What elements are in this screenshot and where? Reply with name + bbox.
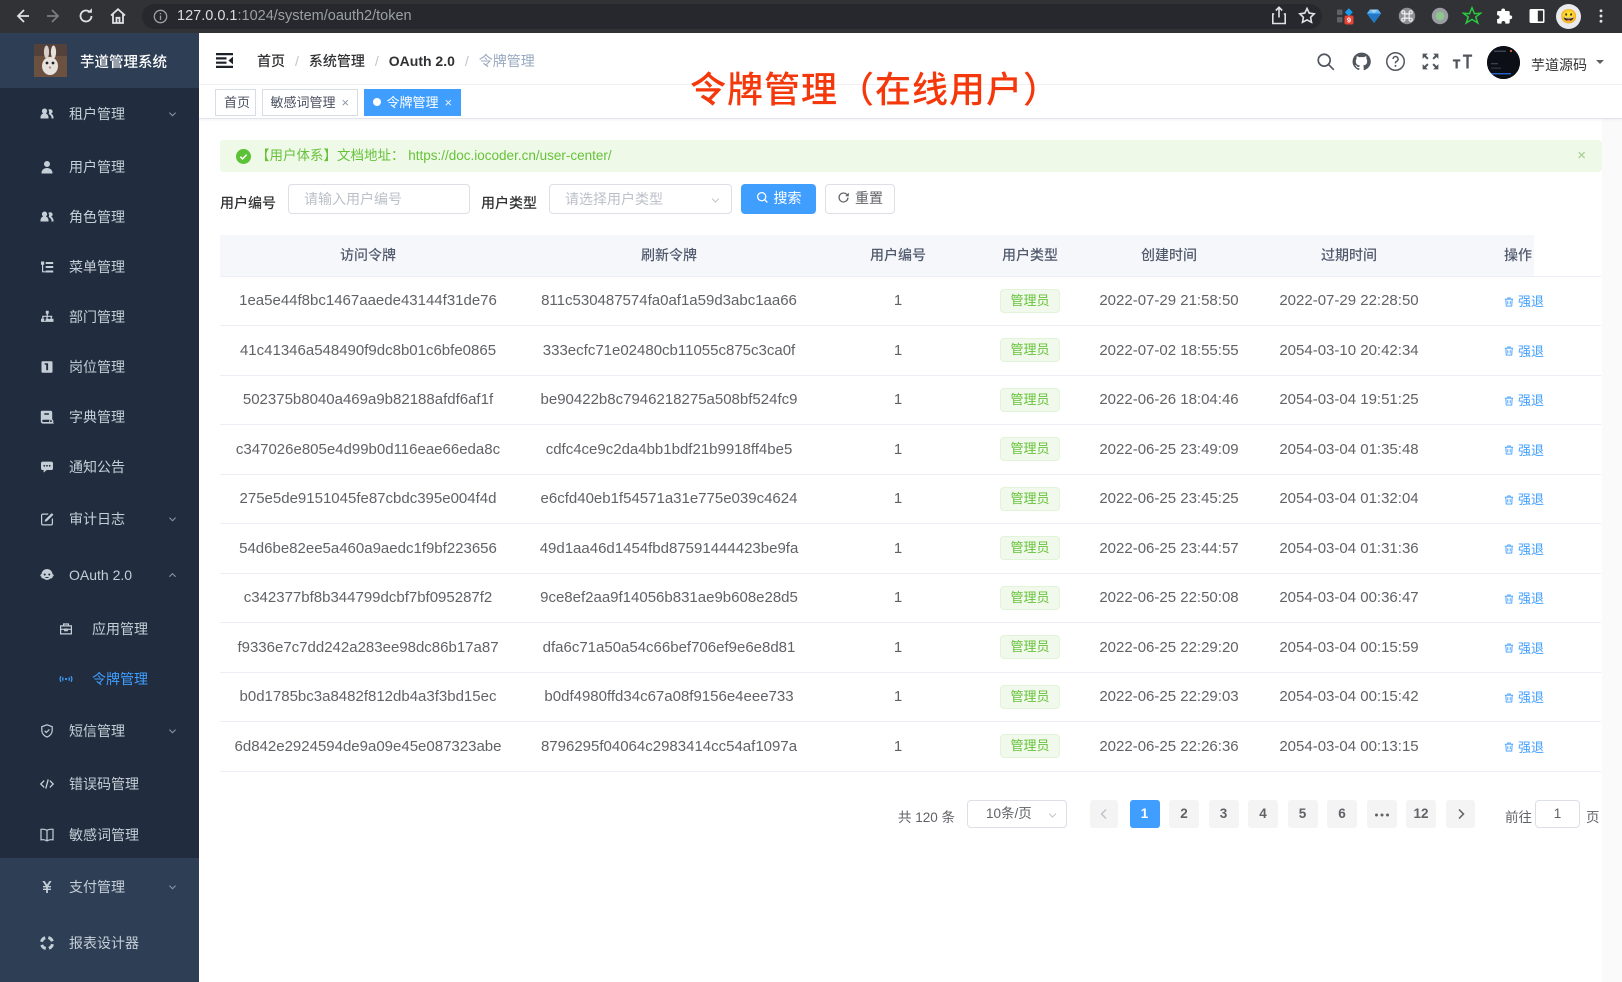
svg-text:9: 9 <box>1347 16 1351 25</box>
